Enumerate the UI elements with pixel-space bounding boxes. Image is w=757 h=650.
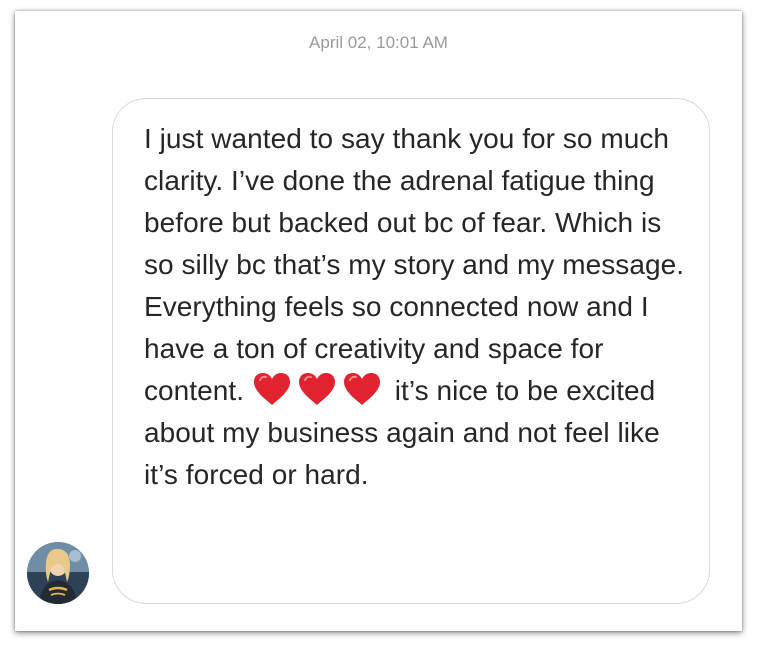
message-timestamp: April 02, 10:01 AM (309, 33, 448, 52)
sender-avatar[interactable] (27, 542, 89, 604)
message-text: I just wanted to say thank you for so mu… (144, 118, 689, 496)
message-thread-card: April 02, 10:01 AM I just wanted to say … (15, 11, 742, 631)
red-heart-icon (342, 372, 382, 406)
message-text-part-1: I just wanted to say thank you for so mu… (144, 123, 685, 406)
red-heart-icon (297, 372, 337, 406)
red-heart-icon (252, 372, 292, 406)
message-bubble[interactable]: I just wanted to say thank you for so mu… (112, 98, 710, 604)
profile-photo-icon (27, 542, 89, 604)
